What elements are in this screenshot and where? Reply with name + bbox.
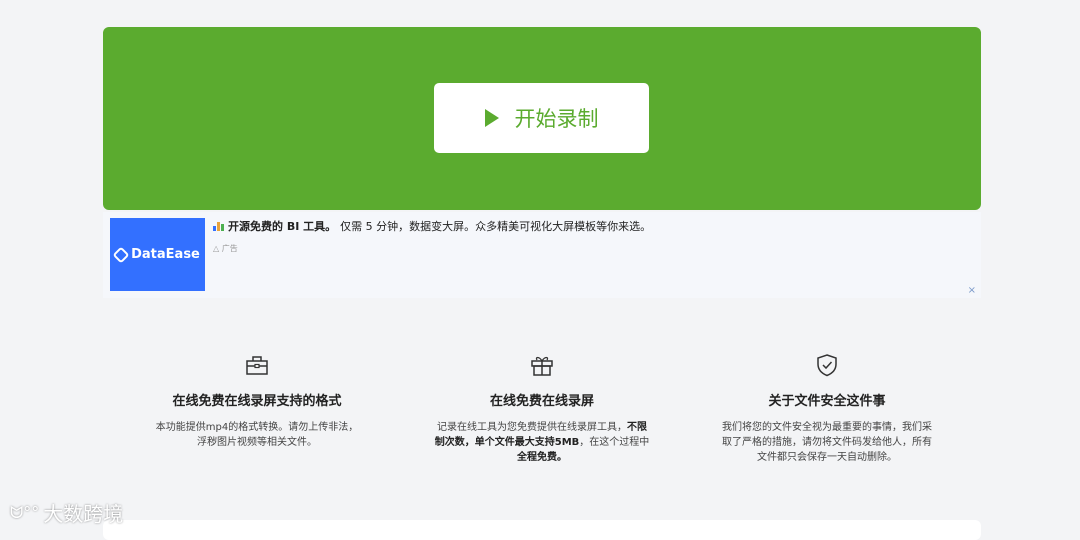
ad-headline-bold: 开源免费的 BI 工具。 — [228, 220, 337, 233]
feature-security: 关于文件安全这件事 我们将您的文件安全视为最重要的事情，我们采取了严格的措施，请… — [707, 352, 947, 465]
record-hero-panel: 开始录制 — [103, 27, 981, 210]
ad-logo-text: DataEase — [131, 247, 200, 262]
gift-icon — [531, 356, 553, 376]
watermark-text: 大数跨境 — [43, 502, 124, 526]
watermark: ᗢ°° 大数跨境 — [10, 498, 123, 527]
ad-logo[interactable]: DataEase — [110, 218, 205, 291]
ad-tag: △ 广告 — [213, 244, 238, 253]
start-recording-button[interactable]: 开始录制 — [434, 83, 649, 153]
play-icon — [484, 109, 499, 127]
shield-check-icon — [817, 354, 837, 377]
ad-headline[interactable]: 开源免费的 BI 工具。 仅需 5 分钟，数据变大屏。众多精美可视化大屏模板等你来… — [213, 218, 651, 234]
feature-desc: 本功能提供mp4的格式转换。请勿上传非法，浮秽图片视频等相关文件。 — [155, 422, 359, 448]
feature-desc: 记录在线工具为您免费提供在线录屏工具，不限制次数，单个文件最大支持5MB，在这个… — [434, 422, 650, 463]
ad-close-icon[interactable]: × — [968, 285, 976, 296]
ad-banner[interactable]: DataEase 开源免费的 BI 工具。 仅需 5 分钟，数据变大屏。众多精美可… — [103, 212, 981, 298]
bottom-card — [103, 520, 981, 540]
feature-formats: 在线免费在线录屏支持的格式 本功能提供mp4的格式转换。请勿上传非法，浮秽图片视… — [137, 352, 377, 450]
feature-desc: 我们将您的文件安全视为最重要的事情，我们采取了严格的措施，请勿将文件码发给他人，… — [722, 422, 932, 463]
watermark-logo-icon: ᗢ°° — [10, 502, 40, 522]
toolbox-icon — [246, 356, 268, 375]
feature-title: 关于文件安全这件事 — [768, 394, 886, 409]
feature-free: 在线免费在线录屏 记录在线工具为您免费提供在线录屏工具，不限制次数，单个文件最大… — [422, 352, 662, 465]
start-recording-label: 开始录制 — [514, 108, 599, 131]
feature-title: 在线免费在线录屏支持的格式 — [172, 394, 342, 409]
bar-chart-icon — [213, 221, 224, 231]
ad-headline-rest: 仅需 5 分钟，数据变大屏。众多精美可视化大屏模板等你来选。 — [340, 220, 652, 233]
dataease-logo-icon — [112, 246, 130, 263]
feature-title: 在线免费在线录屏 — [489, 394, 594, 409]
